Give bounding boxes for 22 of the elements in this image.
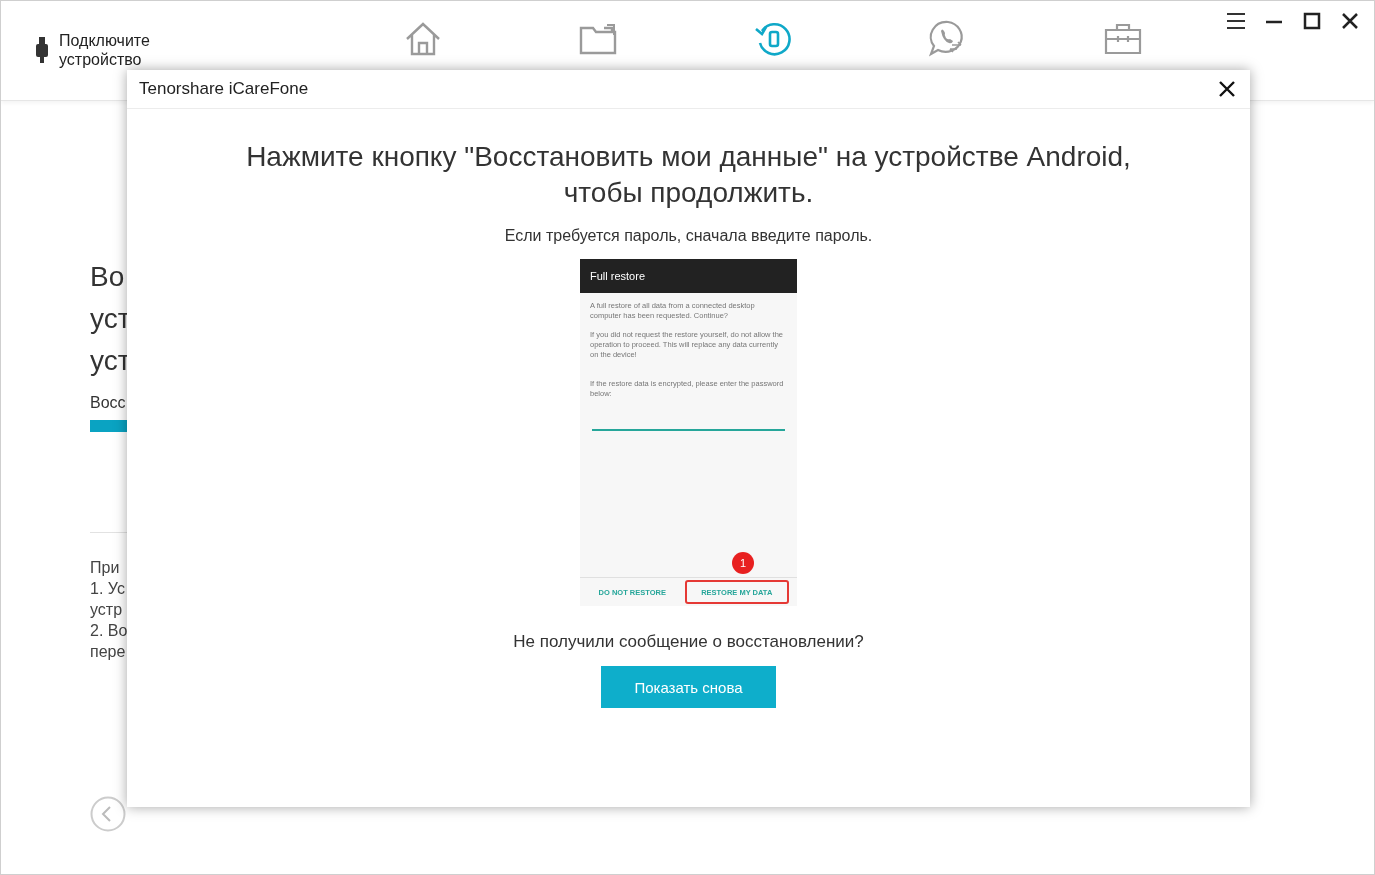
question-text: Не получили сообщение о восстановлении?	[513, 632, 864, 652]
phone-title: Full restore	[580, 259, 797, 293]
close-icon[interactable]	[1340, 11, 1360, 31]
note-fragment: 1. Ус	[90, 579, 126, 599]
heading-fragment: Во	[90, 260, 126, 294]
note-fragment: пере	[90, 642, 126, 662]
step-badge: 1	[732, 552, 754, 574]
note-fragment: устр	[90, 600, 124, 620]
maximize-icon[interactable]	[1302, 11, 1322, 31]
progress-bar-fragment	[90, 420, 127, 432]
heading-fragment: уст	[90, 302, 126, 336]
dialog-heading: Нажмите кнопку "Восстановить мои данные" на устройстве Android, чтобы продолжить.	[245, 140, 1132, 210]
show-again-button[interactable]: Показать снова	[601, 666, 776, 708]
heading-fragment: уст	[90, 344, 126, 378]
dialog-subtitle: Если требуется пароль, сначала введите пароль.	[504, 227, 873, 245]
status-fragment: Восс	[90, 394, 126, 412]
device-prompt: Подключите устройство	[59, 31, 151, 69]
usb-plug-icon	[35, 37, 49, 63]
note-fragment: При	[90, 558, 121, 578]
menu-icon[interactable]	[1226, 11, 1246, 31]
note-fragment: 2. Во	[90, 621, 126, 641]
dialog-title: Tenorshare iCareFone	[139, 79, 309, 99]
